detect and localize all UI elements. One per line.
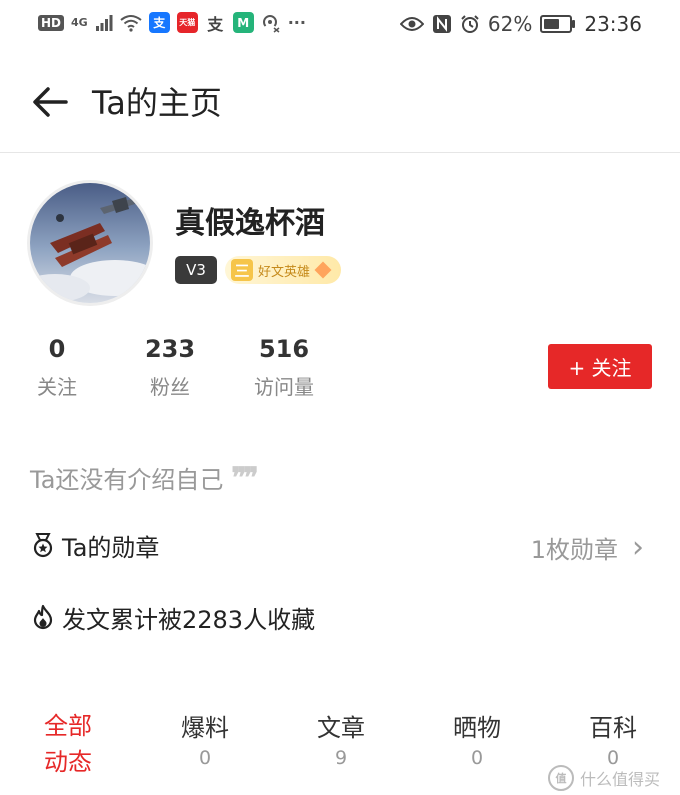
watermark-text: 什么值得买 [579,770,660,789]
eye-icon [399,17,424,31]
clock: 23:36 [584,12,642,36]
tmall-icon: 天猫 [176,12,198,33]
tab-deals-count: 0 [198,747,212,769]
quote-icon: ❞❞ [231,461,258,494]
page-title: Ta的主页 [92,84,222,122]
tab-all-activity-line1: 全部 [44,712,92,740]
network-type: 4G [71,16,88,29]
tab-showoff-label: 晒物 [453,714,501,742]
hd-badge: HD [38,14,65,31]
medal-icon [33,533,53,558]
medals-link[interactable]: 1枚勋章 › [531,530,644,565]
collection-row: 发文累计被2283人收藏 [30,594,650,640]
fans-count: 233 [144,335,196,363]
mi-home-icon: M [232,12,254,33]
flame-icon [33,604,53,630]
stat-visits: 516 访问量 [248,335,320,400]
alipay-icon: 支 [148,12,170,33]
watermark: 值 什么值得买 [547,765,660,791]
intro-label: Ta还没有介绍自己 [30,466,224,494]
tab-articles-label: 文章 [317,714,365,742]
tab-wiki-label: 百科 [589,714,637,742]
smzdm-logo-icon: 值 [547,765,574,791]
status-left: HD 4G 支 天猫 支 M ··· [38,12,306,34]
hotspot-icon [262,14,280,33]
avatar-image [30,183,150,303]
battery-fill [544,19,560,29]
battery-icon [540,15,576,33]
tab-all-activity-line2: 动态 [44,748,92,776]
alipay-icon-2: 支 [207,14,224,34]
follow-button[interactable]: + 关注 [548,344,652,389]
medals-count: 1枚勋章 [530,536,618,564]
battery-percent: 62% [487,12,533,36]
tab-all-activity[interactable]: 全部 动态 [38,708,98,780]
following-count: 0 [48,335,66,363]
intro-text: Ta还没有介绍自己 ❞❞ [30,460,259,495]
nfc-icon [432,15,451,33]
tab-showoff-count: 0 [470,747,484,769]
page-header: Ta的主页 [0,56,680,153]
signal-icon [95,14,113,31]
status-bar: HD 4G 支 天猫 支 M ··· 62% 23:36 [0,0,680,48]
tab-articles-count: 9 [334,747,348,769]
tab-deals[interactable]: 爆料 0 [178,708,232,769]
fans-label: 粉丝 [150,375,190,399]
username: 真假逸杯酒 [175,206,325,241]
tab-deals-label: 爆料 [181,714,229,742]
level-badge: V3 [175,256,217,284]
wifi-icon [120,14,142,32]
collection-text: 发文累计被2283人收藏 [62,605,316,634]
more-notifications: ··· [287,13,306,32]
tab-articles[interactable]: 文章 9 [314,708,368,769]
tab-showoff[interactable]: 晒物 0 [450,708,504,769]
medals-row[interactable]: Ta的勋章 1枚勋章 › [30,522,650,568]
tab-all-activity-label: 全部 动态 [38,708,98,780]
status-right: 62% 23:36 [399,12,642,36]
alarm-icon [461,15,479,33]
visits-label: 访问量 [254,375,314,399]
honor-label: 好文英雄 [258,264,311,280]
tab-wiki[interactable]: 百科 0 [586,708,640,769]
diamond-icon [314,261,332,279]
honor-medal-icon: 三 [231,259,253,281]
stat-fans[interactable]: 233 粉丝 [140,335,200,400]
stat-following[interactable]: 0 关注 [30,335,84,400]
honor-badge[interactable]: 三 好文英雄 [225,256,342,284]
medals-label: Ta的勋章 [62,533,160,562]
avatar[interactable] [30,183,150,303]
back-arrow-icon[interactable] [30,82,70,122]
following-label: 关注 [37,375,77,399]
visits-count: 516 [258,335,310,363]
chevron-right-icon: › [632,529,644,565]
